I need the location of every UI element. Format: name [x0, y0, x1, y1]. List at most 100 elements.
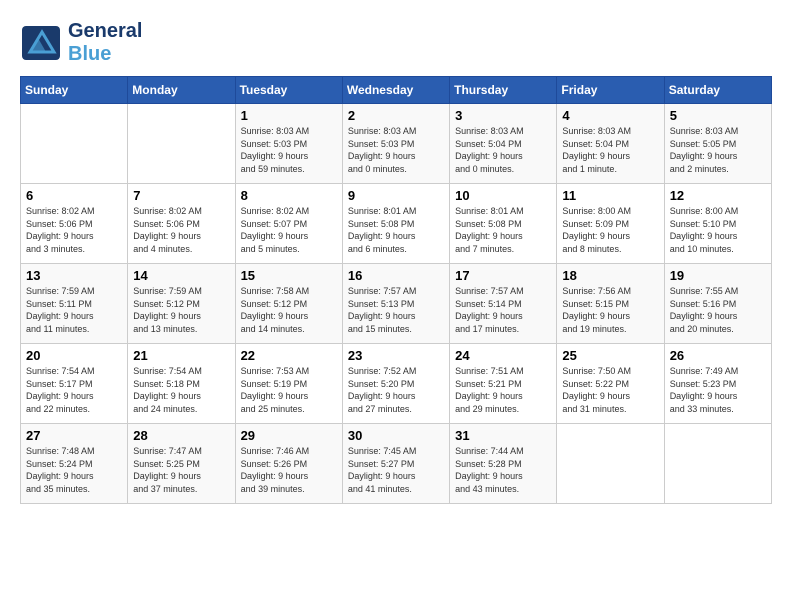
day-info: Sunrise: 7:50 AM Sunset: 5:22 PM Dayligh…: [562, 365, 658, 415]
day-info: Sunrise: 7:45 AM Sunset: 5:27 PM Dayligh…: [348, 445, 444, 495]
calendar-cell: 27 Sunrise: 7:48 AM Sunset: 5:24 PM Dayli…: [21, 424, 128, 504]
calendar-cell: 26Sunrise: 7:49 AM Sunset: 5:23 PM Dayli…: [664, 344, 771, 424]
header-cell-saturday: Saturday: [664, 77, 771, 104]
day-number: 22: [241, 348, 337, 363]
day-info: Sunrise: 7:56 AM Sunset: 5:15 PM Dayligh…: [562, 285, 658, 335]
header-cell-wednesday: Wednesday: [342, 77, 449, 104]
day-number: 17: [455, 268, 551, 283]
header-cell-monday: Monday: [128, 77, 235, 104]
calendar-cell: 18 Sunrise: 7:56 AM Sunset: 5:15 PM Dayli…: [557, 264, 664, 344]
calendar-cell: 28 Sunrise: 7:47 AM Sunset: 5:25 PM Dayli…: [128, 424, 235, 504]
logo-text-block: General Blue: [68, 20, 142, 66]
calendar-cell: [664, 424, 771, 504]
day-info: Sunrise: 8:03 AM Sunset: 5:03 PM Dayligh…: [348, 125, 444, 175]
day-number: 26: [670, 348, 766, 363]
day-info: Sunrise: 7:54 AM Sunset: 5:18 PM Dayligh…: [133, 365, 229, 415]
day-info: Sunrise: 8:02 AM Sunset: 5:06 PM Dayligh…: [133, 205, 229, 255]
week-row-5: 27 Sunrise: 7:48 AM Sunset: 5:24 PM Dayli…: [21, 424, 772, 504]
day-number: 6: [26, 188, 122, 203]
calendar-cell: 17 Sunrise: 7:57 AM Sunset: 5:14 PM Dayli…: [450, 264, 557, 344]
calendar-cell: 9 Sunrise: 8:01 AM Sunset: 5:08 PM Daylig…: [342, 184, 449, 264]
calendar-cell: 10Sunrise: 8:01 AM Sunset: 5:08 PM Dayli…: [450, 184, 557, 264]
day-number: 31: [455, 428, 551, 443]
day-info: Sunrise: 8:01 AM Sunset: 5:08 PM Dayligh…: [348, 205, 444, 255]
calendar-cell: [557, 424, 664, 504]
calendar-cell: 12Sunrise: 8:00 AM Sunset: 5:10 PM Dayli…: [664, 184, 771, 264]
day-info: Sunrise: 7:54 AM Sunset: 5:17 PM Dayligh…: [26, 365, 122, 415]
day-number: 2: [348, 108, 444, 123]
day-info: Sunrise: 7:53 AM Sunset: 5:19 PM Dayligh…: [241, 365, 337, 415]
calendar-cell: 3Sunrise: 8:03 AM Sunset: 5:04 PM Daylig…: [450, 104, 557, 184]
header-row: SundayMondayTuesdayWednesdayThursdayFrid…: [21, 77, 772, 104]
day-info: Sunrise: 8:03 AM Sunset: 5:05 PM Dayligh…: [670, 125, 766, 175]
calendar-cell: 20Sunrise: 7:54 AM Sunset: 5:17 PM Dayli…: [21, 344, 128, 424]
day-info: Sunrise: 7:55 AM Sunset: 5:16 PM Dayligh…: [670, 285, 766, 335]
day-info: Sunrise: 7:58 AM Sunset: 5:12 PM Dayligh…: [241, 285, 337, 335]
logo: General Blue: [20, 20, 142, 66]
calendar-cell: [21, 104, 128, 184]
day-info: Sunrise: 7:57 AM Sunset: 5:13 PM Dayligh…: [348, 285, 444, 335]
day-number: 1: [241, 108, 337, 123]
day-number: 8: [241, 188, 337, 203]
week-row-4: 20Sunrise: 7:54 AM Sunset: 5:17 PM Dayli…: [21, 344, 772, 424]
calendar-cell: 4Sunrise: 8:03 AM Sunset: 5:04 PM Daylig…: [557, 104, 664, 184]
calendar-cell: 11Sunrise: 8:00 AM Sunset: 5:09 PM Dayli…: [557, 184, 664, 264]
day-number: 9: [348, 188, 444, 203]
week-row-1: 1 Sunrise: 8:03 AM Sunset: 5:03 PM Daylig…: [21, 104, 772, 184]
calendar-cell: 24Sunrise: 7:51 AM Sunset: 5:21 PM Dayli…: [450, 344, 557, 424]
day-info: Sunrise: 8:03 AM Sunset: 5:03 PM Dayligh…: [241, 125, 337, 175]
header-cell-sunday: Sunday: [21, 77, 128, 104]
day-number: 28: [133, 428, 229, 443]
day-info: Sunrise: 8:03 AM Sunset: 5:04 PM Dayligh…: [455, 125, 551, 175]
day-info: Sunrise: 7:44 AM Sunset: 5:28 PM Dayligh…: [455, 445, 551, 495]
calendar-body: 1 Sunrise: 8:03 AM Sunset: 5:03 PM Daylig…: [21, 104, 772, 504]
day-number: 27: [26, 428, 122, 443]
calendar-cell: 23Sunrise: 7:52 AM Sunset: 5:20 PM Dayli…: [342, 344, 449, 424]
week-row-2: 6 Sunrise: 8:02 AM Sunset: 5:06 PM Daylig…: [21, 184, 772, 264]
logo-blue: Blue: [68, 43, 111, 66]
day-info: Sunrise: 7:46 AM Sunset: 5:26 PM Dayligh…: [241, 445, 337, 495]
day-number: 4: [562, 108, 658, 123]
page-header: General Blue: [20, 20, 772, 66]
day-number: 13: [26, 268, 122, 283]
header-cell-tuesday: Tuesday: [235, 77, 342, 104]
calendar-cell: 8Sunrise: 8:02 AM Sunset: 5:07 PM Daylig…: [235, 184, 342, 264]
calendar-cell: 5 Sunrise: 8:03 AM Sunset: 5:05 PM Daylig…: [664, 104, 771, 184]
week-row-3: 13 Sunrise: 7:59 AM Sunset: 5:11 PM Dayli…: [21, 264, 772, 344]
logo-icon: [20, 24, 62, 62]
day-number: 14: [133, 268, 229, 283]
day-info: Sunrise: 8:01 AM Sunset: 5:08 PM Dayligh…: [455, 205, 551, 255]
calendar-cell: 15 Sunrise: 7:58 AM Sunset: 5:12 PM Dayli…: [235, 264, 342, 344]
day-number: 29: [241, 428, 337, 443]
header-cell-friday: Friday: [557, 77, 664, 104]
calendar-cell: 2 Sunrise: 8:03 AM Sunset: 5:03 PM Daylig…: [342, 104, 449, 184]
day-number: 15: [241, 268, 337, 283]
calendar-cell: 30 Sunrise: 7:45 AM Sunset: 5:27 PM Dayli…: [342, 424, 449, 504]
day-info: Sunrise: 7:57 AM Sunset: 5:14 PM Dayligh…: [455, 285, 551, 335]
day-number: 7: [133, 188, 229, 203]
header-cell-thursday: Thursday: [450, 77, 557, 104]
day-info: Sunrise: 7:48 AM Sunset: 5:24 PM Dayligh…: [26, 445, 122, 495]
calendar-table: SundayMondayTuesdayWednesdayThursdayFrid…: [20, 76, 772, 504]
day-number: 18: [562, 268, 658, 283]
day-number: 19: [670, 268, 766, 283]
day-info: Sunrise: 7:47 AM Sunset: 5:25 PM Dayligh…: [133, 445, 229, 495]
calendar-cell: 25Sunrise: 7:50 AM Sunset: 5:22 PM Dayli…: [557, 344, 664, 424]
day-info: Sunrise: 7:59 AM Sunset: 5:11 PM Dayligh…: [26, 285, 122, 335]
day-number: 23: [348, 348, 444, 363]
calendar-cell: 1 Sunrise: 8:03 AM Sunset: 5:03 PM Daylig…: [235, 104, 342, 184]
calendar-cell: 21Sunrise: 7:54 AM Sunset: 5:18 PM Dayli…: [128, 344, 235, 424]
calendar-cell: 13 Sunrise: 7:59 AM Sunset: 5:11 PM Dayli…: [21, 264, 128, 344]
day-number: 24: [455, 348, 551, 363]
day-info: Sunrise: 8:00 AM Sunset: 5:09 PM Dayligh…: [562, 205, 658, 255]
calendar-cell: 14 Sunrise: 7:59 AM Sunset: 5:12 PM Dayli…: [128, 264, 235, 344]
calendar-cell: [128, 104, 235, 184]
day-number: 16: [348, 268, 444, 283]
calendar-header: SundayMondayTuesdayWednesdayThursdayFrid…: [21, 77, 772, 104]
day-info: Sunrise: 7:59 AM Sunset: 5:12 PM Dayligh…: [133, 285, 229, 335]
day-number: 30: [348, 428, 444, 443]
day-number: 12: [670, 188, 766, 203]
day-info: Sunrise: 8:02 AM Sunset: 5:06 PM Dayligh…: [26, 205, 122, 255]
day-number: 5: [670, 108, 766, 123]
calendar-cell: 29 Sunrise: 7:46 AM Sunset: 5:26 PM Dayli…: [235, 424, 342, 504]
